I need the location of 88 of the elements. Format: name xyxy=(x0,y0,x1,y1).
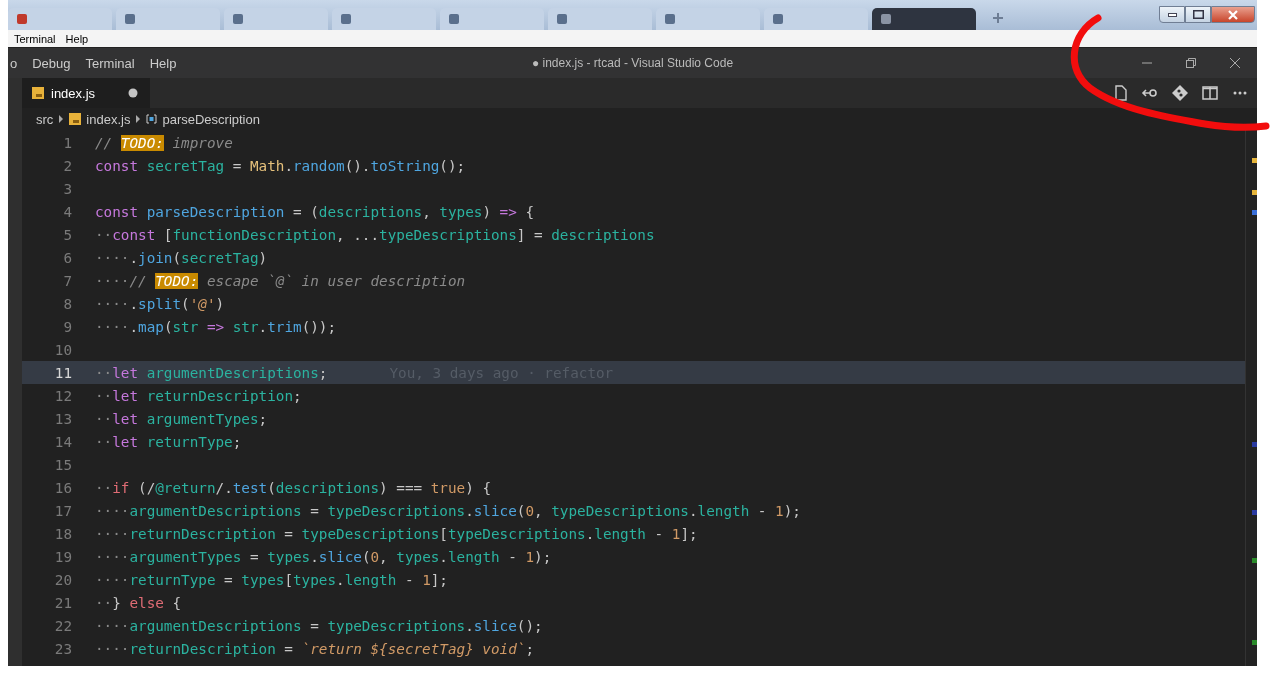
code-line: ····returnDescription = `return ${secretTag} void`; xyxy=(95,640,534,657)
window-title: ● index.js - rtcad - Visual Studio Code xyxy=(531,56,734,70)
browser-tab[interactable] xyxy=(548,8,652,30)
chevron-icon xyxy=(58,115,65,123)
line-number: 5 xyxy=(62,226,73,243)
line-number: 15 xyxy=(53,456,73,473)
file-icon xyxy=(69,113,82,125)
breadcrumb-item[interactable]: src xyxy=(36,111,54,127)
maximize-icon xyxy=(1192,10,1204,19)
code-line: ····argumentDescriptions = typeDescriptions.slice(); xyxy=(95,617,543,634)
line-number: 10 xyxy=(53,341,73,358)
line-number: 12 xyxy=(53,387,73,404)
menu-item[interactable]: Help xyxy=(149,55,177,71)
browser-tab[interactable] xyxy=(440,8,544,30)
page-icon xyxy=(232,13,244,25)
maximize-button[interactable] xyxy=(1185,6,1211,23)
page-icon xyxy=(448,13,460,25)
menu-item[interactable]: Debug xyxy=(32,55,71,71)
symbol-icon xyxy=(146,114,158,124)
browser-tab[interactable] xyxy=(224,8,328,30)
close-icon xyxy=(1229,57,1241,69)
line-number: 13 xyxy=(53,410,73,427)
browser-tab[interactable] xyxy=(8,8,112,30)
line-number: 9 xyxy=(62,318,73,335)
line-number: 7 xyxy=(62,272,73,289)
code-line: ····.split('@') xyxy=(95,295,225,312)
chevron-icon xyxy=(135,115,142,123)
code-line: ··let returnType; xyxy=(95,433,242,450)
code-line: // TODO: improve xyxy=(95,134,233,151)
line-number: 3 xyxy=(62,180,73,197)
code-line: ··} else { xyxy=(95,594,182,611)
line-number: 23 xyxy=(53,640,73,657)
line-number: 16 xyxy=(53,479,73,496)
code-line: ····.map(str => str.trim()); xyxy=(95,318,337,335)
line-number: 8 xyxy=(62,295,73,312)
code-line: ··const [functionDescription, ...typeDescriptions] = descriptions xyxy=(95,226,655,243)
page-icon xyxy=(340,13,352,25)
line-number: 21 xyxy=(53,594,73,611)
close-button[interactable] xyxy=(1211,6,1255,23)
code-line: ··let argumentDescriptions; xyxy=(95,364,328,381)
line-number: 6 xyxy=(62,249,73,266)
line-number: 11 xyxy=(53,364,73,381)
line-number: 22 xyxy=(53,617,73,634)
page-icon xyxy=(556,13,568,25)
page-icon xyxy=(664,13,676,25)
browser-tab[interactable] xyxy=(656,8,760,30)
line-number: 4 xyxy=(62,203,73,220)
code-line: ··let returnDescription; xyxy=(95,387,302,404)
page-icon xyxy=(772,13,784,25)
browser-tab[interactable] xyxy=(872,8,976,30)
browser-tab[interactable] xyxy=(332,8,436,30)
page-icon xyxy=(124,13,136,25)
git-icon[interactable] xyxy=(1171,84,1189,102)
line-number: 2 xyxy=(62,157,73,174)
minimize-icon xyxy=(1167,12,1177,17)
code-line: const secretTag = Math.random().toString(); xyxy=(95,157,466,174)
menu-item[interactable]: Terminal xyxy=(85,55,135,71)
code-line: ····// TODO: escape `@` in user description xyxy=(95,272,466,289)
minimize-button[interactable] xyxy=(1159,6,1185,23)
menu-item[interactable]: Help xyxy=(65,32,89,45)
line-number: 19 xyxy=(53,548,73,565)
code-line: ··if (/@return/.test(descriptions) === true) { xyxy=(95,479,491,496)
restore-icon xyxy=(1185,57,1197,69)
browser-tab[interactable] xyxy=(116,8,220,30)
line-number: 1 xyxy=(62,134,73,151)
line-number: 14 xyxy=(53,433,73,450)
code-line: ····.join(secretTag) xyxy=(95,249,268,266)
page-icon xyxy=(880,13,892,25)
code-line: ····returnDescription = typeDescriptions[typeDescriptions.length - 1]; xyxy=(95,525,698,542)
line-number: 17 xyxy=(53,502,73,519)
plus-icon[interactable] xyxy=(992,12,1004,24)
editor-tab[interactable]: index.js xyxy=(22,78,151,108)
page-icon xyxy=(16,13,28,25)
code-line: const parseDescription = (descriptions, types) => { xyxy=(95,203,535,220)
code-line: ····argumentDescriptions = typeDescriptions.slice(0, typeDescriptions.length - 1); xyxy=(95,502,801,519)
line-number: 18 xyxy=(53,525,73,542)
close-icon xyxy=(1228,9,1238,20)
menu-item[interactable]: Terminal xyxy=(14,32,56,45)
code-line: ··let argumentTypes; xyxy=(95,410,268,427)
line-number: 20 xyxy=(53,571,73,588)
menu-item[interactable]: o xyxy=(10,55,18,71)
code-line: ····argumentTypes = types.slice(0, types.length - 1); xyxy=(95,548,552,565)
breadcrumb-item[interactable]: parseDescription xyxy=(162,111,260,127)
browser-tab[interactable] xyxy=(764,8,868,30)
file-icon xyxy=(32,87,44,99)
split-editor-icon[interactable] xyxy=(1201,84,1219,102)
breadcrumb-item[interactable]: index.js xyxy=(86,111,131,127)
code-line: ····returnType = types[types.length - 1]; xyxy=(95,571,448,588)
